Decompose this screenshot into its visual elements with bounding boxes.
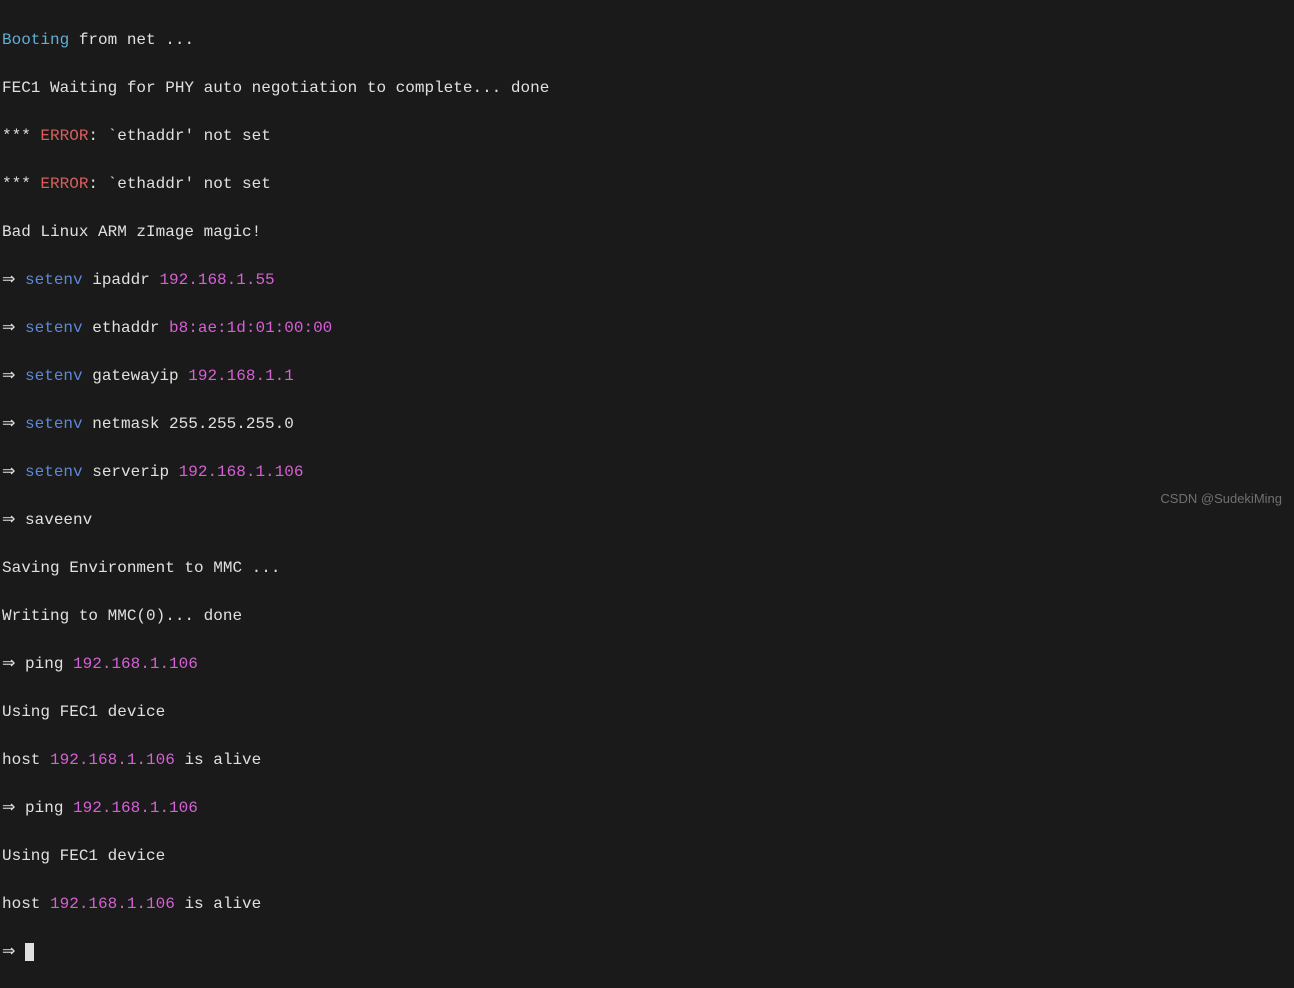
prompt-arrow: ⇒ <box>2 799 25 817</box>
cursor <box>25 943 34 961</box>
terminal-line: ⇒ setenv serverip 192.168.1.106 <box>2 460 1292 484</box>
terminal-line: Writing to MMC(0)... done <box>2 604 1292 628</box>
prompt-arrow: ⇒ <box>2 271 25 289</box>
terminal-line: ⇒ setenv gatewayip 192.168.1.1 <box>2 364 1292 388</box>
mac-value: b8:ae:1d:01:00:00 <box>169 319 332 337</box>
terminal-line: host 192.168.1.106 is alive <box>2 748 1292 772</box>
terminal-line: ⇒ saveenv <box>2 508 1292 532</box>
terminal-line: FEC1 Waiting for PHY auto negotiation to… <box>2 76 1292 100</box>
prompt-arrow: ⇒ <box>2 415 25 433</box>
terminal-line: Using FEC1 device <box>2 700 1292 724</box>
ip-value: 192.168.1.106 <box>50 895 175 913</box>
terminal-line: *** ERROR: `ethaddr' not set <box>2 124 1292 148</box>
boot-keyword: Booting <box>2 31 69 49</box>
ip-value: 192.168.1.106 <box>179 463 304 481</box>
terminal-line: ⇒ setenv ethaddr b8:ae:1d:01:00:00 <box>2 316 1292 340</box>
terminal-line: ⇒ setenv netmask 255.255.255.0 <box>2 412 1292 436</box>
terminal-line: *** ERROR: `ethaddr' not set <box>2 172 1292 196</box>
prompt-arrow: ⇒ <box>2 463 25 481</box>
prompt-arrow: ⇒ <box>2 943 25 961</box>
command: setenv <box>25 271 83 289</box>
terminal-prompt-line: ⇒ <box>2 940 1292 964</box>
ip-value: 192.168.1.106 <box>73 799 198 817</box>
terminal-line: ⇒ ping 192.168.1.106 <box>2 796 1292 820</box>
prompt-arrow: ⇒ <box>2 511 25 529</box>
ip-value: 192.168.1.1 <box>188 367 294 385</box>
prompt-arrow: ⇒ <box>2 367 25 385</box>
prompt-arrow: ⇒ <box>2 655 25 673</box>
command: setenv <box>25 367 83 385</box>
error-keyword: ERROR <box>40 127 88 145</box>
terminal-line: Using FEC1 device <box>2 844 1292 868</box>
command: setenv <box>25 319 83 337</box>
terminal-line: Booting from net ... <box>2 28 1292 52</box>
terminal-line: Bad Linux ARM zImage magic! <box>2 220 1292 244</box>
command: setenv <box>25 463 83 481</box>
ip-value: 192.168.1.106 <box>50 751 175 769</box>
ip-value: 192.168.1.106 <box>73 655 198 673</box>
ip-value: 192.168.1.55 <box>159 271 274 289</box>
command: setenv <box>25 415 83 433</box>
terminal-line: ⇒ ping 192.168.1.106 <box>2 652 1292 676</box>
terminal-line: ⇒ setenv ipaddr 192.168.1.55 <box>2 268 1292 292</box>
error-keyword: ERROR <box>40 175 88 193</box>
terminal-output[interactable]: Booting from net ... FEC1 Waiting for PH… <box>2 4 1292 988</box>
watermark: CSDN @SudekiMing <box>1160 489 1282 509</box>
terminal-line: host 192.168.1.106 is alive <box>2 892 1292 916</box>
terminal-line: Saving Environment to MMC ... <box>2 556 1292 580</box>
prompt-arrow: ⇒ <box>2 319 25 337</box>
